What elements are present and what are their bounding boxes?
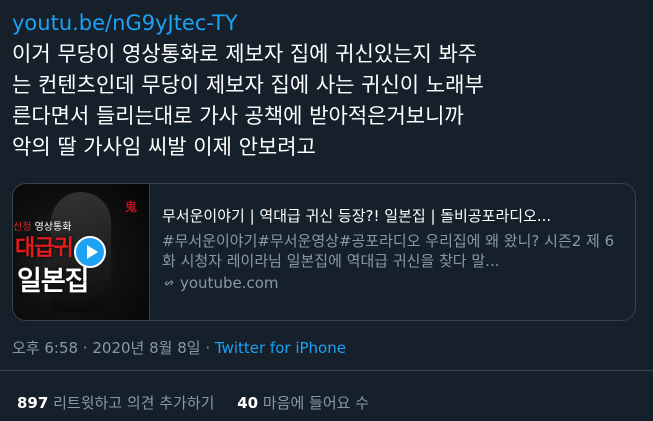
- video-thumbnail[interactable]: 鬼 신청 영상통화 대급귀 일본집: [13, 184, 150, 320]
- card-domain-text: youtube.com: [180, 274, 279, 292]
- meta-separator: ·: [78, 339, 93, 357]
- retweets-count: 897: [17, 394, 49, 412]
- link-icon: [164, 280, 174, 286]
- retweets-label: 리트윗하고 의견 추가하기: [53, 394, 215, 412]
- card-description: #무서운이야기#무서운영상#공포라디오 우리집에 왜 왔니? 시즌2 제 6화 …: [162, 232, 615, 270]
- tweet-meta: 오후 6:58 · 2020년 8월 8일 · Twitter for iPho…: [12, 337, 346, 358]
- tweet-line-2: 는 컨텐츠인데 무당이 제보자 집에 사는 귀신이 노래부: [12, 73, 484, 97]
- likes-label: 마음에 들어요 수: [262, 394, 370, 412]
- tweet-time[interactable]: 오후 6:58: [12, 339, 78, 357]
- divider: [0, 370, 653, 371]
- card-title: 무서운이야기 | 역대급 귀신 등장?! 일본집 | 돌비공포라디오...: [162, 207, 552, 225]
- tweet-line-4: 악의 딸 가사임 씨발 이제 안보려고: [12, 135, 316, 159]
- likes-count: 40: [237, 394, 259, 412]
- tweet-line-3: 른다면서 들리는대로 가사 공책에 받아적은거보니까: [12, 104, 464, 128]
- tweet-date[interactable]: 2020년 8월 8일: [92, 339, 200, 357]
- thumbnail-red-mark: 鬼: [125, 200, 138, 214]
- tweet-stats: 897 리트윗하고 의견 추가하기 40 마음에 들어요 수: [17, 392, 387, 413]
- tweet-source[interactable]: Twitter for iPhone: [215, 339, 346, 357]
- thumbnail-mid-text: 대급귀: [15, 236, 74, 261]
- card-domain: youtube.com: [162, 273, 623, 293]
- likes-stat[interactable]: 40 마음에 들어요 수: [237, 394, 369, 412]
- tweet-text: youtu.be/nG9yJtec-TY 이거 무당이 영상통화로 제보자 집에…: [12, 8, 642, 163]
- tweet-link[interactable]: youtu.be/nG9yJtec-TY: [12, 8, 642, 39]
- card-body: 무서운이야기 | 역대급 귀신 등장?! 일본집 | 돌비공포라디오... #무…: [150, 184, 635, 320]
- play-icon[interactable]: [74, 236, 106, 268]
- link-preview-card[interactable]: 鬼 신청 영상통화 대급귀 일본집 무서운이야기 | 역대급 귀신 등장?! 일…: [12, 183, 636, 321]
- tweet-line-1: 이거 무당이 영상통화로 제보자 집에 귀신있는지 봐주: [12, 42, 478, 66]
- thumbnail-bottom-text: 일본집: [17, 266, 90, 297]
- retweets-stat[interactable]: 897 리트윗하고 의견 추가하기: [17, 394, 214, 412]
- meta-separator: ·: [200, 339, 215, 357]
